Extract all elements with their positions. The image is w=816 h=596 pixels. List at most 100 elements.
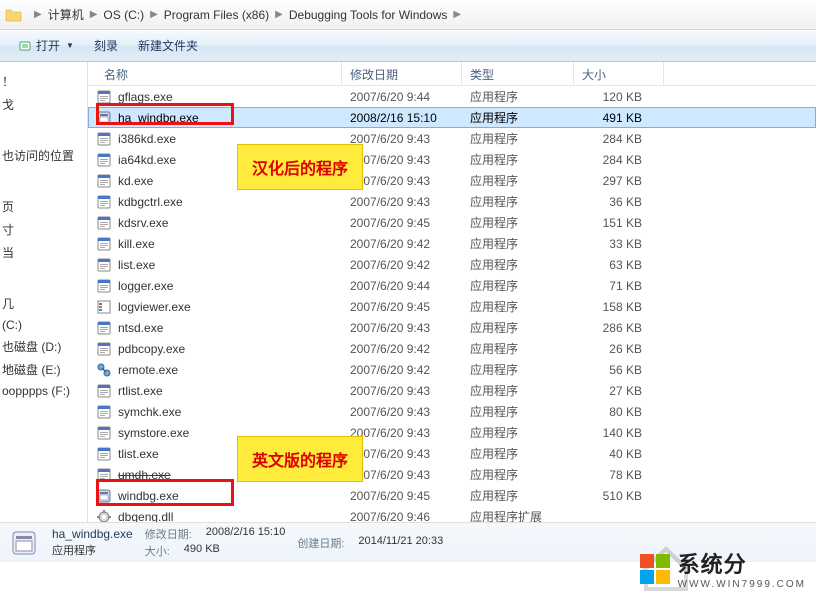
file-row[interactable]: symstore.exe2007/6/20 9:43应用程序140 KB xyxy=(88,422,816,443)
file-row[interactable]: windbg.exe2007/6/20 9:45应用程序510 KB xyxy=(88,485,816,506)
details-size-label: 大小: xyxy=(145,543,170,559)
file-icon xyxy=(96,467,112,483)
file-name: ntsd.exe xyxy=(118,321,350,335)
file-icon xyxy=(96,299,112,315)
file-row[interactable]: ha_windbg.exe2008/2/16 15:10应用程序491 KB xyxy=(88,107,816,128)
file-date: 2007/6/20 9:44 xyxy=(350,279,470,293)
details-filename: ha_windbg.exe xyxy=(52,527,133,541)
header-date[interactable]: 修改日期 xyxy=(342,62,462,85)
file-row[interactable]: logger.exe2007/6/20 9:44应用程序71 KB xyxy=(88,275,816,296)
file-icon xyxy=(96,152,112,168)
file-date: 2007/6/20 9:44 xyxy=(350,90,470,104)
file-name: logger.exe xyxy=(118,279,350,293)
file-row[interactable]: kdbgctrl.exe2007/6/20 9:43应用程序36 KB xyxy=(88,191,816,212)
file-row[interactable]: umdh.exe2007/6/20 9:43应用程序78 KB xyxy=(88,464,816,485)
sidebar-item[interactable]: 寸 xyxy=(0,218,87,241)
new-folder-button[interactable]: 新建文件夹 xyxy=(128,33,208,58)
file-date: 2007/6/20 9:42 xyxy=(350,258,470,272)
sidebar-item[interactable]: ！ xyxy=(0,70,87,93)
file-row[interactable]: list.exe2007/6/20 9:42应用程序63 KB xyxy=(88,254,816,275)
details-modified-label: 修改日期: xyxy=(145,526,192,542)
folder-icon xyxy=(4,6,24,24)
sidebar-item[interactable]: 几 xyxy=(0,292,87,315)
breadcrumb-drive[interactable]: OS (C:) xyxy=(101,8,146,22)
column-headers: 名称 修改日期 类型 大小 xyxy=(88,62,816,86)
file-type: 应用程序 xyxy=(470,487,582,504)
file-icon xyxy=(96,362,112,378)
file-date: 2007/6/20 9:42 xyxy=(350,342,470,356)
file-size: 56 KB xyxy=(582,363,662,377)
sidebar-item[interactable]: (C:) xyxy=(0,315,87,335)
breadcrumb-current[interactable]: Debugging Tools for Windows xyxy=(287,8,450,22)
file-type: 应用程序 xyxy=(470,130,582,147)
sidebar-item[interactable]: 地磁盘 (E:) xyxy=(0,358,87,381)
file-name: kill.exe xyxy=(118,237,350,251)
file-row[interactable]: logviewer.exe2007/6/20 9:45应用程序158 KB xyxy=(88,296,816,317)
file-date: 2007/6/20 9:43 xyxy=(350,132,470,146)
file-row[interactable]: tlist.exe2007/6/20 9:43应用程序40 KB xyxy=(88,443,816,464)
header-size[interactable]: 大小 xyxy=(574,62,664,85)
sidebar-item[interactable]: 当 xyxy=(0,241,87,264)
file-size: 491 KB xyxy=(582,111,662,125)
chevron-right-icon: ▶ xyxy=(86,9,102,20)
file-name: gflags.exe xyxy=(118,90,350,104)
file-size: 26 KB xyxy=(582,342,662,356)
address-bar[interactable]: ▶ 计算机 ▶ OS (C:) ▶ Program Files (x86) ▶ … xyxy=(0,0,816,30)
breadcrumb-folder[interactable]: Program Files (x86) xyxy=(162,8,271,22)
file-size: 140 KB xyxy=(582,426,662,440)
file-row[interactable]: ntsd.exe2007/6/20 9:43应用程序286 KB xyxy=(88,317,816,338)
file-icon xyxy=(96,341,112,357)
file-size: 71 KB xyxy=(582,279,662,293)
navigation-sidebar: ！ 戈 也访问的位置 页 寸 当 几 (C:) 也磁盘 (D:) 地磁盘 (E:… xyxy=(0,62,88,557)
open-button[interactable]: 打开 ▼ xyxy=(8,33,84,58)
details-modified-value: 2008/2/16 15:10 xyxy=(206,526,286,542)
file-name: symchk.exe xyxy=(118,405,350,419)
file-type: 应用程序 xyxy=(470,277,582,294)
file-row[interactable]: ia64kd.exe2007/6/20 9:43应用程序284 KB xyxy=(88,149,816,170)
details-created-value: 2014/11/21 20:33 xyxy=(358,535,443,551)
header-type[interactable]: 类型 xyxy=(462,62,574,85)
breadcrumb-computer[interactable]: 计算机 xyxy=(46,6,86,23)
file-date: 2007/6/20 9:45 xyxy=(350,300,470,314)
chevron-right-icon: ▶ xyxy=(449,9,465,20)
file-name: logviewer.exe xyxy=(118,300,350,314)
toolbar: 打开 ▼ 刻录 新建文件夹 xyxy=(0,30,816,62)
sidebar-item[interactable]: 也磁盘 (D:) xyxy=(0,335,87,358)
file-icon xyxy=(96,320,112,336)
file-size: 284 KB xyxy=(582,153,662,167)
sidebar-item[interactable]: 页 xyxy=(0,195,87,218)
file-row[interactable]: remote.exe2007/6/20 9:42应用程序56 KB xyxy=(88,359,816,380)
file-date: 2007/6/20 9:43 xyxy=(350,426,470,440)
file-type: 应用程序 xyxy=(470,466,582,483)
file-row[interactable]: i386kd.exe2007/6/20 9:43应用程序284 KB xyxy=(88,128,816,149)
file-row[interactable]: kd.exe2007/6/20 9:43应用程序297 KB xyxy=(88,170,816,191)
file-date: 2007/6/20 9:43 xyxy=(350,174,470,188)
file-name: kdbgctrl.exe xyxy=(118,195,350,209)
file-date: 2007/6/20 9:42 xyxy=(350,363,470,377)
sidebar-item[interactable]: 戈 xyxy=(0,93,87,116)
burn-button[interactable]: 刻录 xyxy=(84,33,128,58)
sidebar-item[interactable]: 也访问的位置 xyxy=(0,144,87,167)
file-name: rtlist.exe xyxy=(118,384,350,398)
file-name: list.exe xyxy=(118,258,350,272)
file-row[interactable]: kdsrv.exe2007/6/20 9:45应用程序151 KB xyxy=(88,212,816,233)
microsoft-logo-icon xyxy=(640,554,670,584)
file-icon xyxy=(96,425,112,441)
header-name[interactable]: 名称 xyxy=(88,62,342,85)
file-row[interactable]: kill.exe2007/6/20 9:42应用程序33 KB xyxy=(88,233,816,254)
sidebar-item[interactable]: oopppps (F:) xyxy=(0,381,87,401)
file-icon xyxy=(96,215,112,231)
file-size: 80 KB xyxy=(582,405,662,419)
file-row[interactable]: rtlist.exe2007/6/20 9:43应用程序27 KB xyxy=(88,380,816,401)
file-size: 286 KB xyxy=(582,321,662,335)
file-date: 2008/2/16 15:10 xyxy=(350,111,470,125)
file-type: 应用程序 xyxy=(470,340,582,357)
file-date: 2007/6/20 9:43 xyxy=(350,405,470,419)
watermark-url: WWW.WIN7999.COM xyxy=(678,579,806,590)
file-size: 158 KB xyxy=(582,300,662,314)
file-size: 297 KB xyxy=(582,174,662,188)
file-row[interactable]: symchk.exe2007/6/20 9:43应用程序80 KB xyxy=(88,401,816,422)
file-row[interactable]: gflags.exe2007/6/20 9:44应用程序120 KB xyxy=(88,86,816,107)
file-row[interactable]: pdbcopy.exe2007/6/20 9:42应用程序26 KB xyxy=(88,338,816,359)
file-size: 284 KB xyxy=(582,132,662,146)
